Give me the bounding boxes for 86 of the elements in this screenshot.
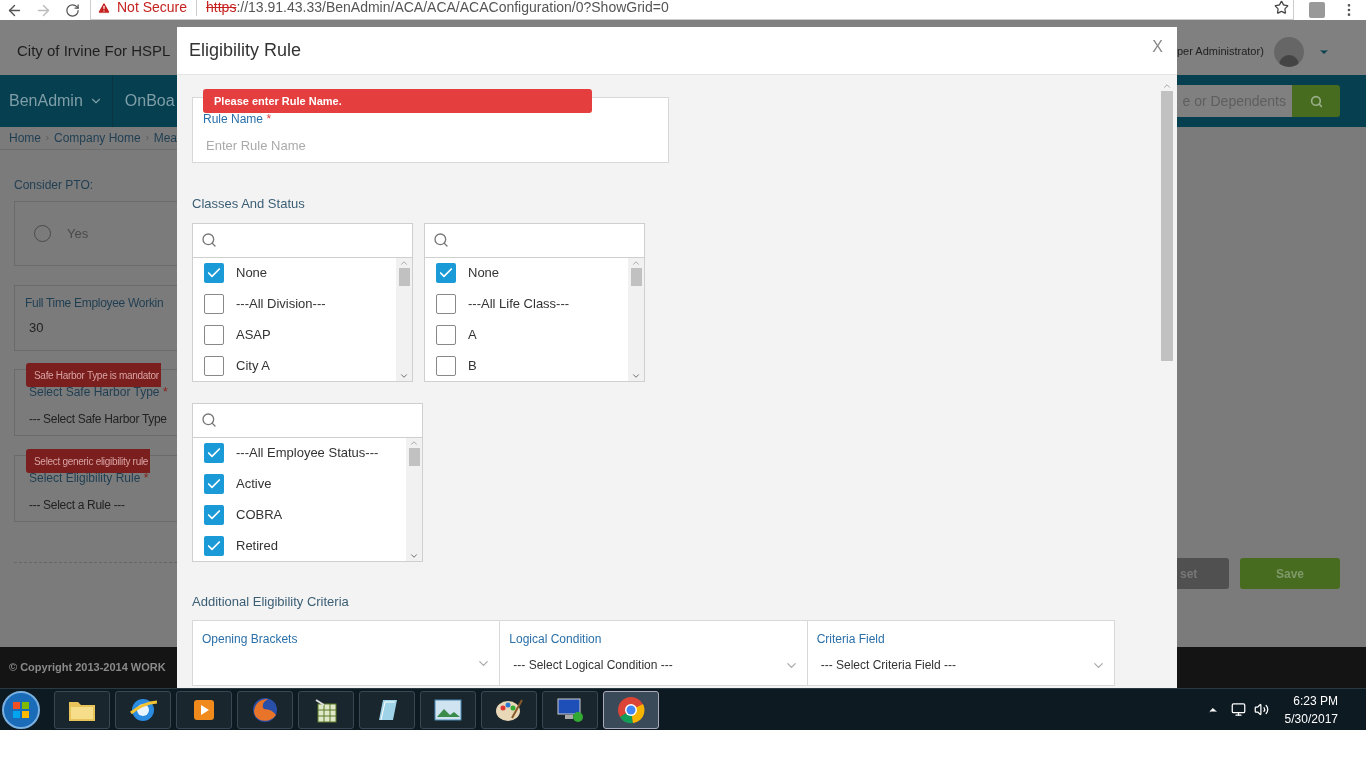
section-title: Classes And Status (192, 195, 306, 213)
scroll-thumb[interactable] (408, 447, 420, 466)
error-tooltip: Safe Harbor Type is mandator (26, 363, 161, 387)
taskbar-button[interactable] (359, 690, 415, 729)
start-button[interactable] (2, 690, 40, 729)
company-name: City of Irvine For HSPL (17, 41, 171, 62)
avatar-icon[interactable] (1273, 36, 1304, 67)
chrome-icon (616, 694, 646, 725)
checkbox[interactable] (204, 443, 224, 463)
option-label[interactable]: B (468, 356, 477, 376)
input-field[interactable]: Enter Rule Name (203, 136, 643, 156)
scrollbar[interactable] (628, 257, 644, 381)
nav-item[interactable]: BenAdmin (0, 75, 113, 127)
close-button[interactable]: X (1152, 34, 1163, 59)
field-label: Rule Name * (203, 111, 273, 128)
checkbox[interactable] (204, 294, 224, 314)
option-label[interactable]: ---All Employee Status--- (236, 443, 379, 463)
taskbar-button[interactable] (237, 690, 293, 729)
checkbox[interactable] (204, 325, 224, 345)
scroll-up-icon[interactable] (1162, 81, 1172, 91)
taskbar-button[interactable] (481, 690, 537, 729)
scroll-thumb[interactable] (1161, 91, 1173, 361)
image-icon (433, 696, 463, 723)
taskbar-button[interactable] (420, 690, 476, 729)
checkbox[interactable] (204, 263, 224, 283)
field-label: Consider PTO: (14, 177, 95, 194)
option-label[interactable]: Active (236, 474, 272, 494)
field-value: 30 (28, 319, 45, 337)
field-label: Select Safe Harbor Type * (29, 384, 169, 401)
search-icon (433, 232, 449, 248)
checkbox[interactable] (204, 536, 224, 556)
taskbar-button[interactable] (176, 690, 232, 729)
url-text[interactable]: https://13.91.43.33/BenAdmin/ACA/ACA/ACAConfiguration/0?ShowGrid=0 (206, 0, 669, 18)
field-label: Logical Condition (509, 631, 603, 648)
network-icon[interactable] (1230, 702, 1246, 717)
clock[interactable]: 6:23 PM 5/30/2017 (1284, 691, 1338, 728)
field-label: Opening Brackets (202, 631, 299, 648)
select-field[interactable]: --- Select Logical Condition --- (509, 656, 799, 674)
search-button[interactable] (1292, 85, 1340, 117)
checkbox[interactable] (204, 505, 224, 525)
windows-logo-icon (12, 700, 30, 719)
computer-icon (555, 695, 585, 724)
option-label[interactable]: ---All Life Class--- (468, 294, 570, 314)
taskbar-button[interactable] (542, 690, 598, 729)
option-label[interactable]: City A (236, 356, 270, 376)
reload-icon[interactable] (65, 2, 80, 18)
option-label[interactable]: None (236, 263, 268, 283)
scroll-thumb[interactable] (630, 267, 642, 286)
field-label: Select Eligibility Rule * (29, 470, 150, 487)
select-field[interactable]: --- Select a Rule --- (29, 496, 177, 514)
dialog-title: Eligibility Rule (189, 39, 302, 62)
checkbox[interactable] (204, 474, 224, 494)
search-icon (201, 232, 217, 248)
copyright-text: © Copyright 2013-2014 WORK (9, 660, 166, 676)
checkbox[interactable] (436, 294, 456, 314)
select-field[interactable]: --- Select Criteria Field --- (816, 656, 1106, 674)
option-label[interactable]: ASAP (236, 325, 271, 345)
nav-item[interactable]: OnBoa (112, 75, 177, 127)
checkbox[interactable] (436, 356, 456, 376)
option-label[interactable]: COBRA (236, 505, 283, 525)
checkbox[interactable] (436, 263, 456, 283)
search-icon (1309, 94, 1323, 108)
taskbar-button[interactable] (298, 690, 354, 729)
security-label[interactable]: Not Secure (117, 0, 188, 18)
user-name: per Administrator) (1177, 44, 1264, 60)
field-label: Criteria Field (816, 631, 886, 648)
taskbar-button[interactable] (603, 690, 659, 729)
option-label[interactable]: A (468, 325, 477, 345)
bookmark-icon[interactable] (1274, 0, 1289, 15)
volume-icon[interactable] (1253, 702, 1269, 717)
option-label[interactable]: ---All Division--- (236, 294, 326, 314)
error-tooltip: Select generic eligibility rule (26, 449, 151, 473)
taskbar-button[interactable] (115, 690, 171, 729)
section-title: Additional Eligibility Criteria (192, 592, 350, 611)
scrollbar[interactable] (396, 257, 412, 381)
checkbox[interactable] (204, 356, 224, 376)
scrollbar[interactable] (406, 437, 422, 561)
checkbox[interactable] (436, 325, 456, 345)
search-icon (201, 412, 217, 428)
scroll-thumb[interactable] (398, 267, 410, 286)
error-tooltip: Please enter Rule Name. (203, 89, 592, 113)
field-label: Full Time Employee Workin (25, 295, 165, 312)
taskbar-button[interactable] (54, 690, 110, 729)
select-field[interactable]: --- Select Safe Harbor Type (29, 410, 177, 428)
option-label[interactable]: None (468, 263, 500, 283)
option-label[interactable]: Retired (236, 536, 278, 556)
